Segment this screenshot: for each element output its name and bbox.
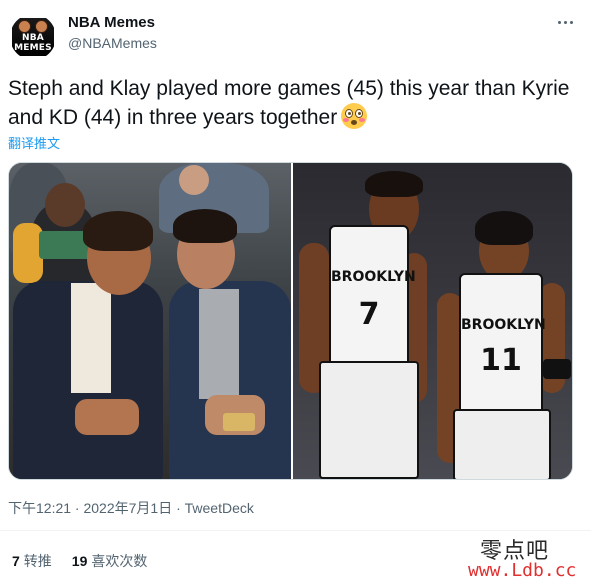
media-photo-left[interactable]	[9, 163, 291, 479]
avatar[interactable]: NBA MEMES	[10, 14, 56, 60]
retweets-count: 7	[12, 553, 20, 569]
tweet-text: Steph and Klay played more games (45) th…	[8, 74, 583, 132]
translate-tweet-link[interactable]: 翻译推文	[8, 133, 60, 152]
user-handle[interactable]: @NBAMemes	[68, 35, 157, 51]
avatar-logo-text-2: MEMES	[14, 43, 52, 53]
retweets-label: 转推	[23, 553, 52, 569]
jersey-kyrie: BROOKLYN 11	[459, 273, 546, 413]
jersey-team-text-kyrie: BROOKLYN	[461, 317, 546, 333]
avatar-logo: NBA MEMES	[12, 18, 54, 56]
tweet-card: NBA MEMES NBA Memes @NBAMemes Steph and …	[0, 0, 591, 583]
avatar-logo-text-1: NBA	[22, 33, 44, 43]
jersey-number-kyrie: 11	[480, 343, 522, 378]
tweet-media[interactable]: BROOKLYN 7 BROOKLYN 11	[8, 162, 573, 480]
jersey-team-text-kd: BROOKLYN	[331, 269, 416, 285]
flushed-face-emoji-icon	[341, 103, 368, 129]
retweets-stat[interactable]: 7 转推	[12, 551, 52, 571]
jersey-number-kd: 7	[358, 297, 380, 332]
display-name[interactable]: NBA Memes	[68, 14, 155, 31]
likes-label: 喜欢次数	[91, 553, 148, 569]
media-photo-right[interactable]: BROOKLYN 7 BROOKLYN 11	[293, 163, 572, 479]
tweet-text-body: Steph and Klay played more games (45) th…	[8, 77, 570, 129]
divider-line	[0, 530, 591, 531]
watermark-url: www.Ldb.cc	[468, 560, 577, 581]
tweet-stats: 7 转推 19 喜欢次数	[12, 551, 147, 571]
likes-count: 19	[71, 553, 88, 569]
likes-stat[interactable]: 19 喜欢次数	[72, 551, 148, 571]
more-options-icon[interactable]	[553, 12, 577, 32]
jersey-kd: BROOKLYN 7	[329, 225, 416, 365]
tweet-timestamp[interactable]: 下午12:21 · 2022年7月1日 · TweetDeck	[8, 498, 254, 518]
